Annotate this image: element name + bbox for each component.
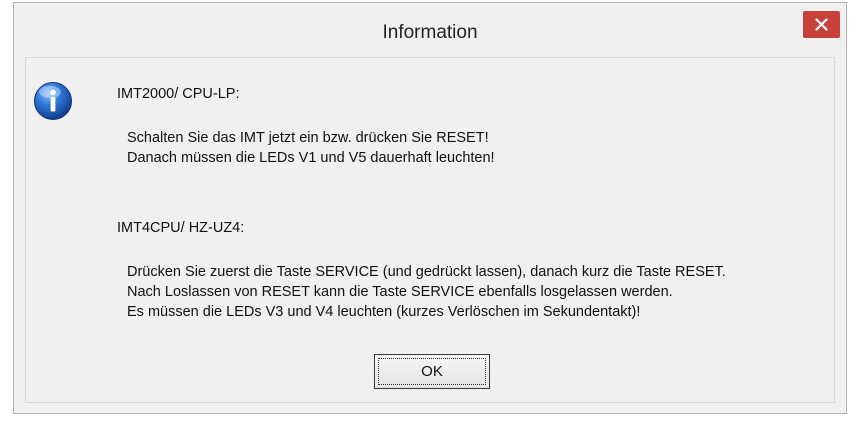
information-icon bbox=[34, 82, 72, 120]
section2-line-3: Es müssen die LEDs V3 und V4 leuchten (k… bbox=[127, 304, 641, 320]
close-button[interactable] bbox=[803, 11, 840, 38]
section2-line-2: Nach Loslassen von RESET kann die Taste … bbox=[127, 284, 673, 300]
section2-line-1: Drücken Sie zuerst die Taste SERVICE (un… bbox=[127, 264, 726, 280]
section1-line-2: Danach müssen die LEDs V1 und V5 dauerha… bbox=[127, 150, 495, 166]
section1-line-1: Schalten Sie das IMT jetzt ein bzw. drüc… bbox=[127, 130, 489, 146]
dialog-title: Information bbox=[382, 22, 478, 43]
ok-button[interactable]: OK bbox=[374, 354, 490, 389]
section2-heading: IMT4CPU/ HZ-UZ4: bbox=[117, 220, 245, 236]
close-icon bbox=[815, 18, 828, 31]
title-bar[interactable]: Information bbox=[14, 3, 846, 55]
dialog-window: Information bbox=[13, 2, 847, 414]
ok-button-label: OK bbox=[421, 363, 443, 380]
section1-heading: IMT2000/ CPU-LP: bbox=[117, 86, 240, 102]
